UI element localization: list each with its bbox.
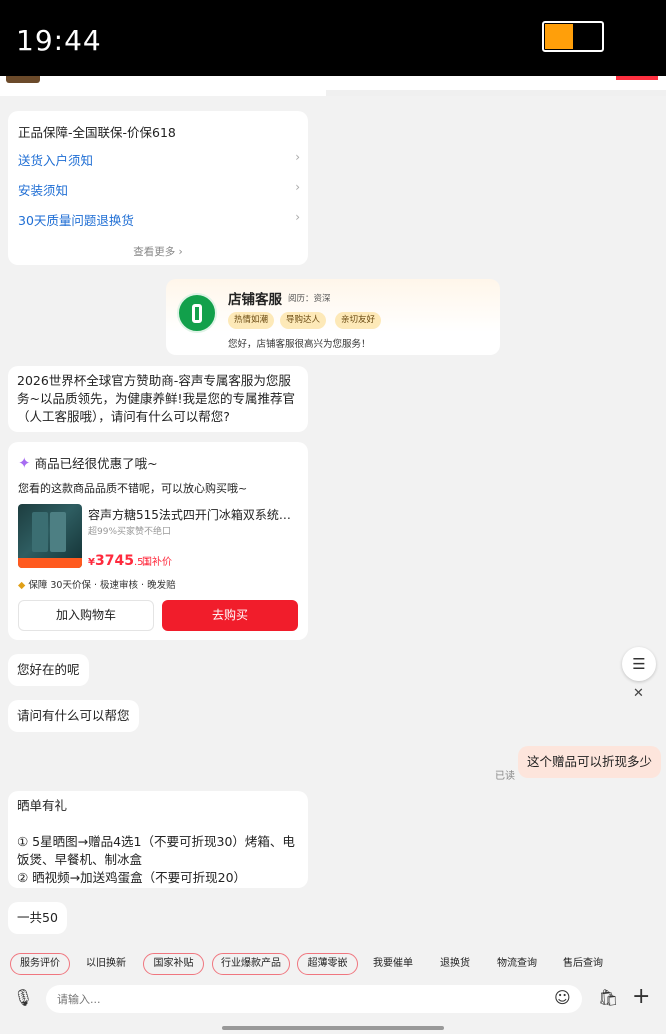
shop-service-card: 店铺客服 阅历：资深 热情如潮 导购达人 亲切友好 您好，店铺客服很高兴为您服务… (166, 279, 500, 355)
fridge-door (50, 512, 66, 552)
product-price: ¥3745.51 (88, 550, 150, 569)
link-delivery-notice[interactable]: 送货入户须知 › (18, 150, 300, 170)
shop-level: 阅历：资深 (288, 294, 331, 304)
product-card: ✦ 商品已经很优惠了哦~ 您看的这款商品品质不错呢，可以放心购买哦~ 容声方糖5… (8, 442, 308, 640)
message-help: 请问有什么可以帮您 (8, 700, 139, 732)
product-sales: 超99%买家赞不绝口 (88, 527, 172, 537)
price-symbol: ¥ (88, 557, 95, 568)
chevron-right-icon: › (295, 150, 300, 164)
shop-tag: 导购达人 (280, 312, 327, 329)
message-text: 您好在的呢 (17, 662, 80, 677)
chevron-right-icon: › (295, 180, 300, 194)
message-text: 一共50 (17, 910, 58, 925)
product-image[interactable] (18, 504, 82, 568)
promo-band (18, 558, 82, 568)
quick-reply-return[interactable]: 退换货 (430, 953, 480, 975)
plus-icon[interactable]: + (632, 984, 650, 1009)
add-to-cart-button[interactable]: 加入购物车 (18, 600, 154, 631)
quick-reply-national-subsidy[interactable]: 国家补贴 (143, 953, 204, 975)
quick-reply-hot-products[interactable]: 行业爆款产品 (212, 953, 290, 975)
message-user: 这个赠品可以折现多少 (518, 746, 662, 778)
gift-title: 晒单有礼 (17, 798, 68, 813)
previous-buy-button-edge (616, 76, 658, 80)
product-subline: 您看的这款商品品质不错呢，可以放心购买哦~ (18, 482, 248, 495)
microphone-icon[interactable]: 🎙 (13, 988, 33, 1007)
shop-tag: 热情如潮 (228, 312, 275, 329)
view-more-link[interactable]: 查看更多 › (8, 244, 308, 259)
message-input[interactable] (46, 985, 582, 1013)
order-list-icon[interactable]: ☰ (622, 647, 656, 681)
home-indicator (222, 1026, 444, 1030)
link-label: 送货入户须知 (18, 153, 94, 168)
shop-logo (177, 293, 217, 333)
message-text: 这个赠品可以折现多少 (527, 754, 653, 769)
quick-reply-urge-order[interactable]: 我要催单 (364, 953, 422, 975)
status-time: 19:44 (16, 24, 102, 57)
quick-reply-trade-in[interactable]: 以旧换新 (78, 953, 134, 975)
fridge-door (32, 512, 48, 552)
message-gift-promo: 晒单有礼 ① 5星晒图→赠品4选1（不要可折现30）烤箱、电饭煲、早餐机、制冰盒… (8, 791, 308, 888)
fridge-icon (192, 304, 202, 323)
message-text: 请问有什么可以帮您 (17, 708, 130, 723)
gift-line: ② 晒视频→加送鸡蛋盒（不要可折现20） (17, 870, 247, 885)
close-icon[interactable]: ✕ (633, 686, 644, 701)
quick-reply-service-review[interactable]: 服务评价 (10, 953, 70, 975)
input-bar: 🎙 ☺ 🛍 + (0, 984, 666, 1014)
previous-product-thumbnail (6, 76, 40, 83)
emoji-icon[interactable]: ☺ (554, 988, 571, 1007)
gift-line: ① 5星晒图→赠品4选1（不要可折现30）烤箱、电饭煲、早餐机、制冰盒 (17, 834, 295, 867)
shop-greeting: 您好，店铺客服很高兴为您服务！ (228, 339, 371, 350)
message-intro: 2026世界杯全球官方赞助商-容声专属客服为您服务~以品质领先，为健康养鲜!我是… (8, 366, 308, 432)
quick-reply-ultrathin[interactable]: 超薄零嵌 (297, 953, 358, 975)
shield-icon: ◆ (18, 580, 26, 591)
link-install-notice[interactable]: 安装须知 › (18, 180, 300, 200)
quick-reply-logistics[interactable]: 物流查询 (488, 953, 546, 975)
link-label: 安装须知 (18, 183, 69, 198)
order-bag-icon[interactable]: 🛍 (598, 988, 618, 1007)
price-integer: 3745 (94, 553, 134, 569)
link-return-policy[interactable]: 30天质量问题退换货 › (18, 210, 300, 230)
read-status: 已读 (495, 771, 515, 782)
gift-text: 晒单有礼 ① 5星晒图→赠品4选1（不要可折现30）烤箱、电饭煲、早餐机、制冰盒… (17, 797, 305, 887)
buy-button[interactable]: 去购买 (162, 600, 298, 631)
previous-message-remnant (0, 76, 666, 96)
guarantee-line: ◆ 保障 30天价保 · 极速审核 · 晚发赔 (18, 577, 176, 591)
previous-divider (326, 90, 666, 96)
sparkle-icon: ✦ (18, 454, 31, 472)
link-label: 30天质量问题退换货 (18, 213, 134, 228)
guarantee-card: 正品保障-全国联保-价保618 送货入户须知 › 安装须知 › 30天质量问题退… (8, 111, 308, 265)
quick-reply-after-sales[interactable]: 售后查询 (554, 953, 612, 975)
message-hello: 您好在的呢 (8, 654, 89, 686)
quick-reply-bar: 服务评价 以旧换新 国家补贴 行业爆款产品 超薄零嵌 我要催单 退换货 物流查询… (0, 950, 666, 979)
status-bar: 19:44 (0, 0, 666, 76)
headline-text: 商品已经很优惠了哦~ (34, 456, 158, 471)
battery-icon (542, 21, 604, 52)
shop-name: 店铺客服 (228, 292, 282, 308)
guarantee-text: 保障 30天价保 · 极速审核 · 晚发赔 (28, 580, 176, 591)
subsidy-label: 国补价 (142, 557, 172, 568)
product-headline: ✦ 商品已经很优惠了哦~ (18, 453, 158, 472)
guarantee-title: 正品保障-全国联保-价保618 (18, 125, 176, 140)
battery-level (545, 24, 573, 49)
product-name[interactable]: 容声方糖515法式四开门冰箱双系统双循环 (88, 506, 300, 523)
message-total: 一共50 (8, 902, 67, 934)
chevron-right-icon: › (295, 210, 300, 224)
message-text: 2026世界杯全球官方赞助商-容声专属客服为您服务~以品质领先，为健康养鲜!我是… (17, 373, 295, 424)
shop-tag: 亲切友好 (335, 312, 382, 329)
